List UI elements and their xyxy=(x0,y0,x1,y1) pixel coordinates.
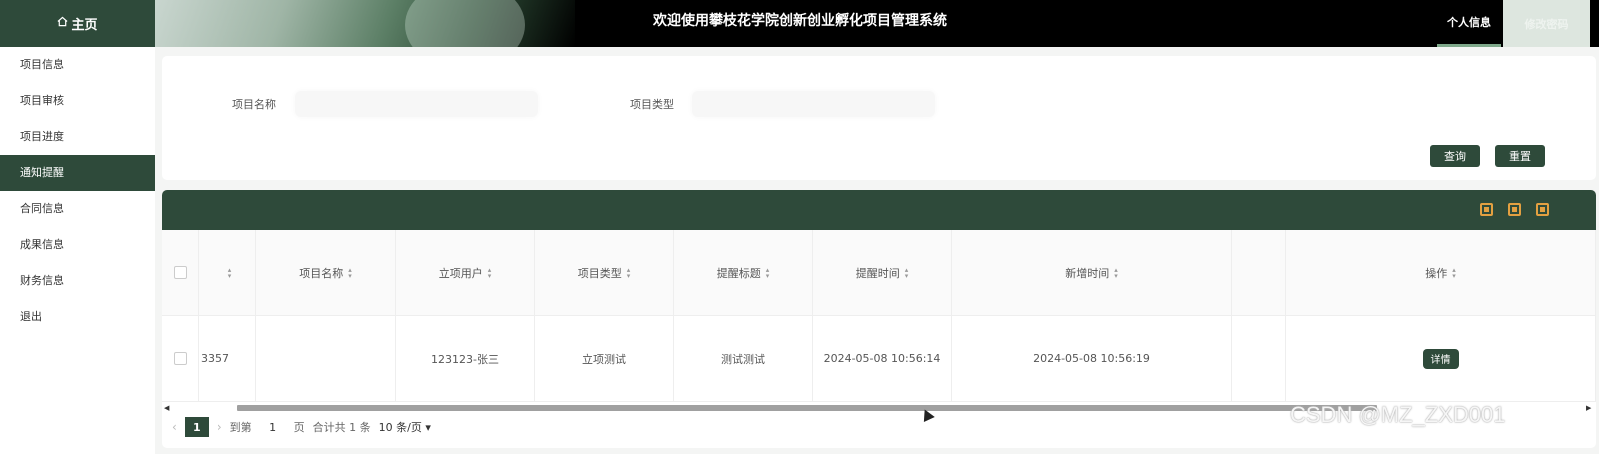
column-header-type[interactable]: 项目类型 xyxy=(535,230,674,315)
sidebar-item-results-info[interactable]: 成果信息 xyxy=(0,227,155,263)
select-all-cell xyxy=(162,230,199,315)
column-header-reminder-title[interactable]: 提醒标题 xyxy=(674,230,813,315)
sidebar-item-contract-info[interactable]: 合同信息 xyxy=(0,191,155,227)
change-password-tab[interactable]: 修改密码 xyxy=(1503,0,1590,47)
project-type-input[interactable] xyxy=(692,91,935,117)
column-header-reminder-time[interactable]: 提醒时间 xyxy=(813,230,952,315)
column-label: 项目名称 xyxy=(299,266,344,280)
print-icon[interactable] xyxy=(1536,203,1549,216)
sidebar-item-logout[interactable]: 退出 xyxy=(0,299,155,335)
goto-page-input[interactable]: 1 xyxy=(260,421,286,434)
cell-blank xyxy=(1232,316,1286,401)
column-header-actions: 操作 xyxy=(1286,230,1596,315)
delete-icon[interactable] xyxy=(1480,203,1493,216)
home-icon xyxy=(57,16,68,31)
table-header-row: 项目名称 立项用户 项目类型 提醒标题 提醒时间 新增时间 操作 xyxy=(162,230,1596,316)
column-header-id[interactable] xyxy=(199,230,256,315)
project-type-label: 项目类型 xyxy=(630,98,674,111)
row-select-cell xyxy=(162,316,199,401)
search-panel: 项目名称 项目类型 查询 重置 xyxy=(162,56,1596,180)
sidebar-item-project-progress[interactable]: 项目进度 xyxy=(0,119,155,155)
cell-type: 立项测试 xyxy=(535,316,674,401)
sidebar-item-project-review[interactable]: 项目审核 xyxy=(0,83,155,119)
home-button[interactable]: 主页 xyxy=(0,0,155,47)
column-label: 项目类型 xyxy=(577,266,622,280)
project-name-label: 项目名称 xyxy=(232,98,276,111)
page-suffix: 页 xyxy=(293,421,305,434)
page-number-current[interactable]: 1 xyxy=(184,417,209,437)
data-table: 项目名称 立项用户 项目类型 提醒标题 提醒时间 新增时间 操作 3357 12… xyxy=(162,230,1596,404)
column-header-blank xyxy=(1232,230,1286,315)
column-header-user[interactable]: 立项用户 xyxy=(396,230,535,315)
export-icon[interactable] xyxy=(1508,203,1521,216)
column-label: 操作 xyxy=(1425,266,1448,280)
column-header-project-name[interactable]: 项目名称 xyxy=(256,230,396,315)
reset-button[interactable]: 重置 xyxy=(1495,145,1545,167)
query-button[interactable]: 查询 xyxy=(1430,145,1480,167)
total-count: 合计共 1 条 xyxy=(312,421,371,434)
table-toolbar xyxy=(162,190,1596,230)
cell-project-name xyxy=(256,316,396,401)
detail-button[interactable]: 详情 xyxy=(1422,348,1459,369)
next-page-icon[interactable]: › xyxy=(217,420,222,434)
cell-reminder-title: 测试测试 xyxy=(674,316,813,401)
page-size-value: 10 条/页 xyxy=(378,421,422,434)
scrollbar-thumb[interactable] xyxy=(237,405,1377,411)
profile-tab[interactable]: 个人信息 xyxy=(1437,0,1501,47)
column-label: 提醒时间 xyxy=(855,266,900,280)
column-label: 新增时间 xyxy=(1065,266,1110,280)
row-checkbox[interactable] xyxy=(173,352,187,365)
page-size-select[interactable]: 10 条/页 ▾ xyxy=(379,419,431,435)
chevron-down-icon: ▾ xyxy=(425,421,431,434)
select-all-checkbox[interactable] xyxy=(173,266,187,279)
sidebar-item-finance-info[interactable]: 财务信息 xyxy=(0,263,155,299)
site-title: 欢迎使用攀枝花学院创新创业孵化项目管理系统 xyxy=(653,13,947,29)
table-row: 3357 123123-张三 立项测试 测试测试 2024-05-08 10:5… xyxy=(162,316,1596,402)
scroll-right-icon[interactable]: ▶ xyxy=(1586,404,1591,412)
cell-added-time: 2024-05-08 10:56:19 xyxy=(952,316,1232,401)
prev-page-icon[interactable]: ‹ xyxy=(172,420,177,434)
scroll-left-icon[interactable]: ◀ xyxy=(164,404,169,412)
project-name-input[interactable] xyxy=(295,91,538,117)
home-label: 主页 xyxy=(71,18,98,33)
sidebar-item-notifications[interactable]: 通知提醒 xyxy=(0,155,155,191)
pagination: ‹ 1 › 到第 1 页 合计共 1 条 10 条/页 ▾ xyxy=(172,412,431,442)
sidebar-item-project-info[interactable]: 项目信息 xyxy=(0,47,155,83)
top-header: 主页 欢迎使用攀枝花学院创新创业孵化项目管理系统 个人信息 修改密码 xyxy=(0,0,1599,47)
cell-actions: 详情 xyxy=(1286,316,1596,401)
goto-label: 到第 xyxy=(229,421,252,434)
column-label: 立项用户 xyxy=(438,266,483,280)
watermark: CSDN @MZ_ZXD001 xyxy=(1290,402,1506,427)
cell-reminder-time: 2024-05-08 10:56:14 xyxy=(813,316,952,401)
cell-id: 3357 xyxy=(199,316,256,401)
column-header-added-time[interactable]: 新增时间 xyxy=(952,230,1232,315)
cell-user: 123123-张三 xyxy=(396,316,535,401)
sidebar: 项目信息 项目审核 项目进度 通知提醒 合同信息 成果信息 财务信息 退出 xyxy=(0,47,155,454)
column-label: 提醒标题 xyxy=(716,266,761,280)
